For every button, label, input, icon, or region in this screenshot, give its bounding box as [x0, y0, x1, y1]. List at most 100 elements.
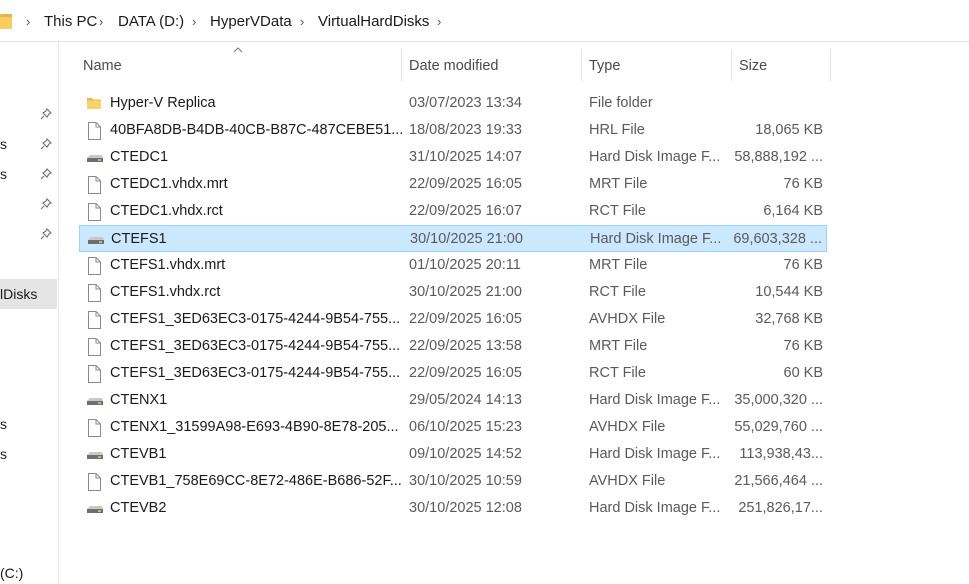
file-date-modified: 22/09/2025 16:05	[409, 311, 522, 327]
file-type: File folder	[589, 95, 653, 111]
file-size: 251,826,17...	[738, 500, 823, 516]
file-name: CTEVB2	[110, 500, 167, 516]
file-name: CTEFS1	[111, 231, 167, 247]
file-row[interactable]: CTEVB1 09/10/2025 14:52 Hard Disk Image F.…	[79, 441, 827, 468]
file-icon	[86, 338, 102, 360]
file-date-modified: 31/10/2025 14:07	[409, 149, 522, 165]
file-date-modified: 22/09/2025 16:07	[409, 203, 522, 219]
breadcrumb-item-this-pc[interactable]: This PC	[44, 13, 97, 30]
file-icon	[86, 122, 102, 144]
file-size: 21,566,464 ...	[734, 473, 823, 489]
column-divider[interactable]	[731, 49, 732, 81]
pin-icon[interactable]	[40, 198, 52, 210]
file-date-modified: 22/09/2025 16:05	[409, 365, 522, 381]
nav-item-drive-c[interactable]: (C:)	[0, 565, 23, 581]
column-header-type[interactable]: Type	[589, 58, 620, 74]
file-row[interactable]: CTEDC1.vhdx.mrt 22/09/2025 16:05 MRT File 7…	[79, 171, 827, 198]
file-size: 55,029,760 ...	[734, 419, 823, 435]
file-icon	[86, 284, 102, 306]
file-name: CTEVB1_758E69CC-8E72-486E-B686-52F...	[110, 473, 402, 489]
file-type: Hard Disk Image F...	[589, 149, 721, 165]
file-row[interactable]: CTEDC1.vhdx.rct 22/09/2025 16:07 RCT File 6…	[79, 198, 827, 225]
file-row[interactable]: CTEFS1 30/10/2025 21:00 Hard Disk Image F.…	[79, 225, 827, 252]
file-row[interactable]: CTEFS1_3ED63EC3-0175-4244-9B54-755... 22/…	[79, 306, 827, 333]
file-row[interactable]: CTEFS1_3ED63EC3-0175-4244-9B54-755... 22/…	[79, 360, 827, 387]
column-header-size[interactable]: Size	[739, 58, 767, 74]
file-row[interactable]: CTENX1 29/05/2024 14:13 Hard Disk Image F.…	[79, 387, 827, 414]
file-icon	[86, 257, 102, 279]
file-row[interactable]: CTEFS1_3ED63EC3-0175-4244-9B54-755... 22/…	[79, 333, 827, 360]
file-date-modified: 06/10/2025 15:23	[409, 419, 522, 435]
breadcrumb-item-data-drive[interactable]: DATA (D:)	[118, 13, 184, 30]
file-row[interactable]: Hyper-V Replica 03/07/2023 13:34 File fold…	[79, 90, 827, 117]
nav-item-virtualharddisks[interactable]: lDisks	[0, 279, 57, 309]
nav-item-partial[interactable]: s	[0, 166, 7, 182]
pin-icon[interactable]	[40, 228, 52, 240]
file-name: CTEDC1.vhdx.mrt	[110, 176, 228, 192]
nav-item-partial[interactable]: s	[0, 136, 7, 152]
file-name: CTEFS1_3ED63EC3-0175-4244-9B54-755...	[110, 338, 401, 354]
file-type: MRT File	[589, 176, 648, 192]
nav-item-partial[interactable]: s	[0, 416, 7, 432]
file-name: Hyper-V Replica	[110, 95, 216, 111]
sort-ascending-icon	[233, 47, 243, 53]
file-size: 76 KB	[783, 338, 824, 354]
file-name: CTEDC1	[110, 149, 169, 165]
file-type: HRL File	[589, 122, 645, 138]
chevron-right-icon[interactable]: ›	[300, 14, 304, 29]
column-divider[interactable]	[401, 49, 402, 81]
file-type: RCT File	[589, 365, 646, 381]
chevron-right-icon[interactable]: ›	[437, 14, 441, 29]
file-row[interactable]: 40BFA8DB-B4DB-40CB-B87C-487CEBE51... 18/0…	[79, 117, 827, 144]
file-row[interactable]: CTEFS1.vhdx.rct 30/10/2025 21:00 RCT File 1…	[79, 279, 827, 306]
disk-image-icon	[86, 446, 104, 466]
file-type: AVHDX File	[589, 311, 666, 327]
file-type: MRT File	[589, 338, 648, 354]
folder-icon	[86, 95, 102, 115]
breadcrumb-item-hypervdata[interactable]: HyperVData	[210, 13, 292, 30]
file-date-modified: 09/10/2025 14:52	[409, 446, 522, 462]
file-size: 60 KB	[783, 365, 824, 381]
pin-icon[interactable]	[40, 168, 52, 180]
file-row[interactable]: CTEFS1.vhdx.mrt 01/10/2025 20:11 MRT File 7…	[79, 252, 827, 279]
file-type: Hard Disk Image F...	[589, 446, 721, 462]
file-size: 32,768 KB	[755, 311, 823, 327]
file-size: 10,544 KB	[755, 284, 823, 300]
file-row[interactable]: CTEDC1 31/10/2025 14:07 Hard Disk Image F.…	[79, 144, 827, 171]
chevron-right-icon[interactable]: ›	[99, 14, 103, 29]
file-name: CTENX1	[110, 392, 168, 408]
file-size: 58,888,192 ...	[734, 149, 823, 165]
file-name: 40BFA8DB-B4DB-40CB-B87C-487CEBE51...	[110, 122, 404, 138]
chevron-right-icon[interactable]: ›	[192, 14, 196, 29]
file-size: 35,000,320 ...	[734, 392, 823, 408]
file-type: Hard Disk Image F...	[589, 392, 721, 408]
file-icon	[86, 176, 102, 198]
file-date-modified: 30/10/2025 21:00	[409, 284, 522, 300]
nav-item-partial[interactable]: s	[0, 446, 7, 462]
file-date-modified: 30/10/2025 21:00	[410, 231, 523, 247]
chevron-right-icon[interactable]: ›	[26, 14, 30, 29]
column-header-name[interactable]: Name	[83, 58, 122, 74]
file-type: RCT File	[589, 203, 646, 219]
column-divider[interactable]	[830, 49, 831, 81]
file-size: 113,938,43...	[739, 446, 823, 462]
file-name: CTEFS1.vhdx.mrt	[110, 257, 226, 273]
pin-icon[interactable]	[40, 108, 52, 120]
file-date-modified: 03/07/2023 13:34	[409, 95, 522, 111]
file-row[interactable]: CTEVB2 30/10/2025 12:08 Hard Disk Image F.…	[79, 495, 827, 522]
file-icon	[86, 365, 102, 387]
address-bar[interactable]: › This PC › DATA (D:) › HyperVData › Vir…	[0, 0, 969, 42]
column-header-date-modified[interactable]: Date modified	[409, 58, 498, 74]
file-date-modified: 29/05/2024 14:13	[409, 392, 522, 408]
disk-image-icon	[86, 392, 104, 412]
file-name: CTEFS1_3ED63EC3-0175-4244-9B54-755...	[110, 311, 401, 327]
file-row[interactable]: CTENX1_31599A98-E693-4B90-8E78-205... 06/…	[79, 414, 827, 441]
file-name: CTEDC1.vhdx.rct	[110, 203, 223, 219]
column-divider[interactable]	[581, 49, 582, 81]
file-type: RCT File	[589, 284, 646, 300]
pin-icon[interactable]	[40, 138, 52, 150]
folder-icon	[0, 14, 12, 29]
breadcrumb-item-virtualharddisks[interactable]: VirtualHardDisks	[318, 13, 429, 30]
file-icon	[86, 473, 102, 495]
file-row[interactable]: CTEVB1_758E69CC-8E72-486E-B686-52F... 30/…	[79, 468, 827, 495]
